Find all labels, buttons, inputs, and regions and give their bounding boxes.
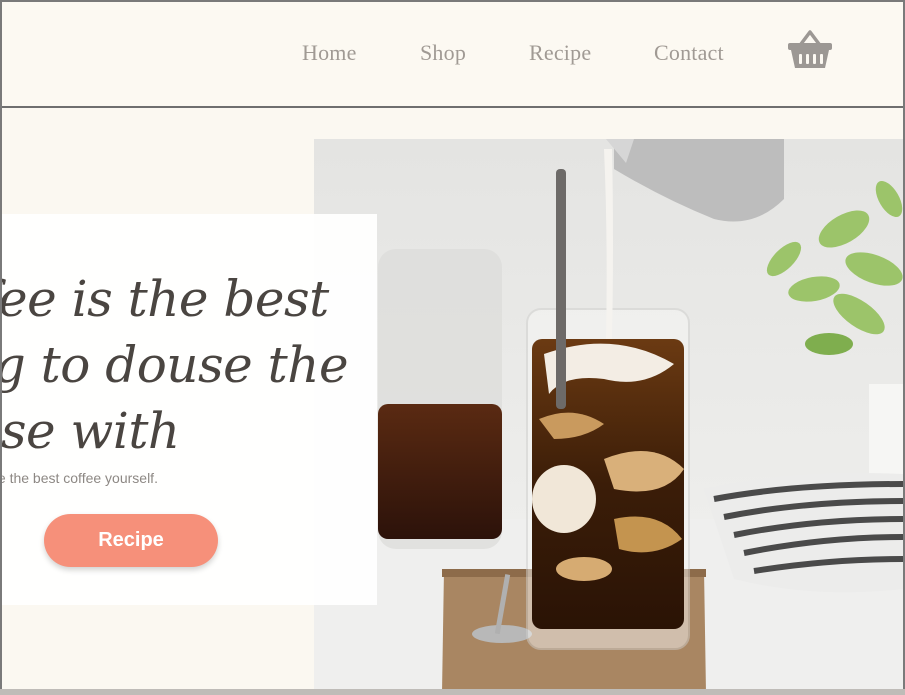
recipe-button[interactable]: Recipe — [44, 514, 218, 567]
headline-line-2: ng to douse the — [0, 336, 349, 394]
hero-coffee-image — [314, 139, 903, 693]
nav-home-link[interactable]: Home — [302, 40, 357, 66]
nav-recipe-link[interactable]: Recipe — [529, 40, 591, 66]
nav-shop-link[interactable]: Shop — [420, 40, 466, 66]
top-navbar: Home Shop Recipe Contact — [2, 2, 903, 108]
bottom-scroll-edge — [0, 689, 905, 695]
browser-frame: Home Shop Recipe Contact ee is the best … — [0, 0, 905, 695]
hero-headline: ffee is the best ng to douse the rise wi… — [0, 266, 382, 464]
hero-subtext: te the best coffee yourself. — [0, 470, 158, 486]
headline-line-1: ffee is the best — [0, 270, 329, 328]
headline-line-3: rise with — [0, 402, 180, 460]
hero-text-card: ffee is the best ng to douse the rise wi… — [2, 214, 377, 605]
basket-icon[interactable] — [785, 28, 835, 70]
nav-contact-link[interactable]: Contact — [654, 40, 724, 66]
